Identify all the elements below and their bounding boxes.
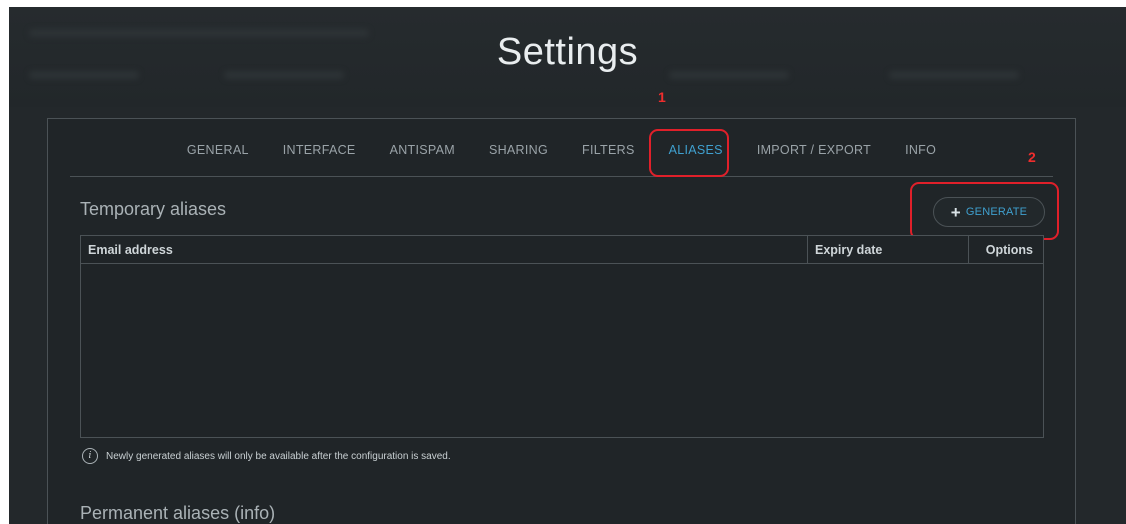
tab-general[interactable]: GENERAL <box>170 141 266 159</box>
tab-antispam[interactable]: ANTISPAM <box>373 141 472 159</box>
table-header: Email address Expiry date Options <box>81 236 1043 264</box>
tab-sharing[interactable]: SHARING <box>472 141 565 159</box>
annotation-number-1: 1 <box>658 89 666 105</box>
info-icon: i <box>82 448 98 464</box>
page-title: Settings <box>496 31 639 73</box>
column-header-expiry-date[interactable]: Expiry date <box>807 236 968 263</box>
permanent-aliases-title: Permanent aliases (info) <box>80 503 276 523</box>
info-note: i Newly generated aliases will only be a… <box>82 448 451 464</box>
annotation-number-2: 2 <box>1028 149 1036 165</box>
annotation-box-aliases <box>649 129 729 177</box>
generate-button[interactable]: + GENERATE <box>933 197 1045 227</box>
tab-interface[interactable]: INTERFACE <box>266 141 373 159</box>
temporary-aliases-title: Temporary aliases <box>80 199 227 219</box>
column-header-options: Options <box>968 236 1043 263</box>
app-window: Settings GENERAL INTERFACE ANTISPAM SHAR… <box>9 7 1126 524</box>
column-header-email-address[interactable]: Email address <box>81 236 807 263</box>
info-note-text: Newly generated aliases will only be ava… <box>106 450 451 462</box>
settings-tabs: GENERAL INTERFACE ANTISPAM SHARING FILTE… <box>48 141 1075 159</box>
tabs-divider <box>70 176 1053 177</box>
temporary-aliases-table: Email address Expiry date Options <box>80 235 1044 438</box>
generate-button-label: GENERATE <box>965 206 1028 218</box>
settings-panel: GENERAL INTERFACE ANTISPAM SHARING FILTE… <box>47 89 1076 524</box>
tab-info[interactable]: INFO <box>888 141 953 159</box>
plus-icon: + <box>950 202 961 222</box>
tab-filters[interactable]: FILTERS <box>565 141 652 159</box>
tab-import-export[interactable]: IMPORT / EXPORT <box>740 141 888 159</box>
